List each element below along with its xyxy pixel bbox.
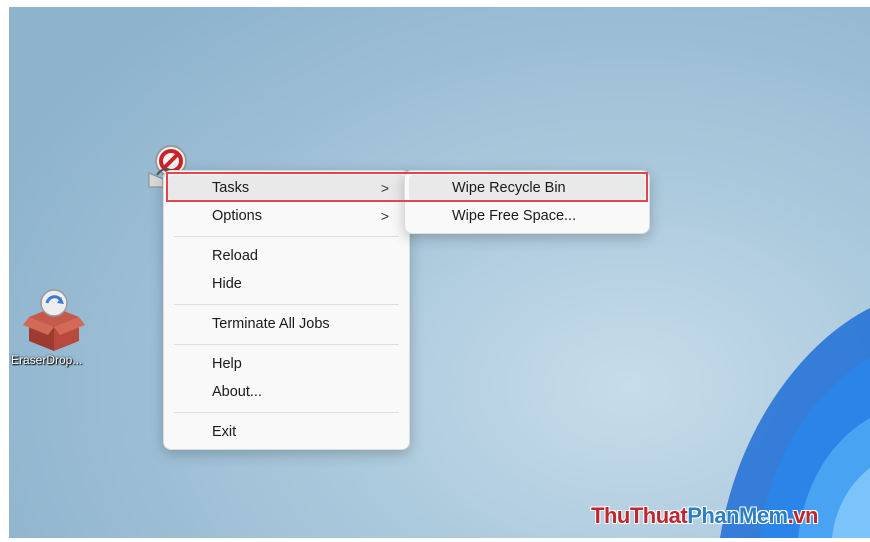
watermark-part: ThuThuat	[591, 503, 688, 528]
chevron-right-icon: >	[380, 208, 389, 224]
menu-item-hide[interactable]: Hide	[168, 271, 405, 297]
chevron-right-icon: >	[380, 180, 389, 196]
menu-item-options[interactable]: Options >	[168, 203, 405, 229]
menu-item-label: Terminate All Jobs	[212, 316, 330, 332]
wallpaper-swirl	[720, 308, 870, 538]
shortcut-label: EraserDrop...	[11, 353, 83, 367]
menu-item-label: Hide	[212, 276, 242, 292]
menu-item-about[interactable]: About...	[168, 379, 405, 405]
menu-item-wipe-free-space[interactable]: Wipe Free Space...	[409, 203, 645, 229]
menu-item-label: Options	[212, 208, 262, 224]
tasks-submenu: Wipe Recycle Bin Wipe Free Space...	[404, 170, 650, 234]
menu-item-wipe-recycle-bin[interactable]: Wipe Recycle Bin	[409, 175, 645, 201]
menu-item-tasks[interactable]: Tasks >	[168, 175, 405, 201]
menu-item-label: Wipe Free Space...	[452, 208, 577, 224]
menu-item-exit[interactable]: Exit	[168, 419, 405, 445]
menu-item-terminate-all-jobs[interactable]: Terminate All Jobs	[168, 311, 405, 337]
menu-item-reload[interactable]: Reload	[168, 243, 405, 269]
menu-item-label: Wipe Recycle Bin	[452, 180, 566, 196]
watermark: ThuThuatPhanMem.vn	[591, 503, 818, 529]
menu-separator	[174, 304, 399, 305]
menu-item-help[interactable]: Help	[168, 351, 405, 377]
menu-separator	[174, 236, 399, 237]
eraser-drop-box-icon	[23, 289, 85, 351]
watermark-part: PhanMem	[687, 503, 788, 528]
menu-item-label: Reload	[212, 248, 258, 264]
menu-item-label: Help	[212, 356, 242, 372]
watermark-part: .vn	[787, 503, 819, 528]
menu-separator	[174, 412, 399, 413]
menu-item-label: Exit	[212, 424, 237, 440]
context-menu: Tasks > Options > Reload Hide Terminate …	[163, 170, 410, 450]
menu-item-label: About...	[212, 384, 262, 400]
desktop: EraserDrop...	[9, 7, 870, 538]
menu-separator	[174, 344, 399, 345]
menu-item-label: Tasks	[212, 180, 250, 196]
